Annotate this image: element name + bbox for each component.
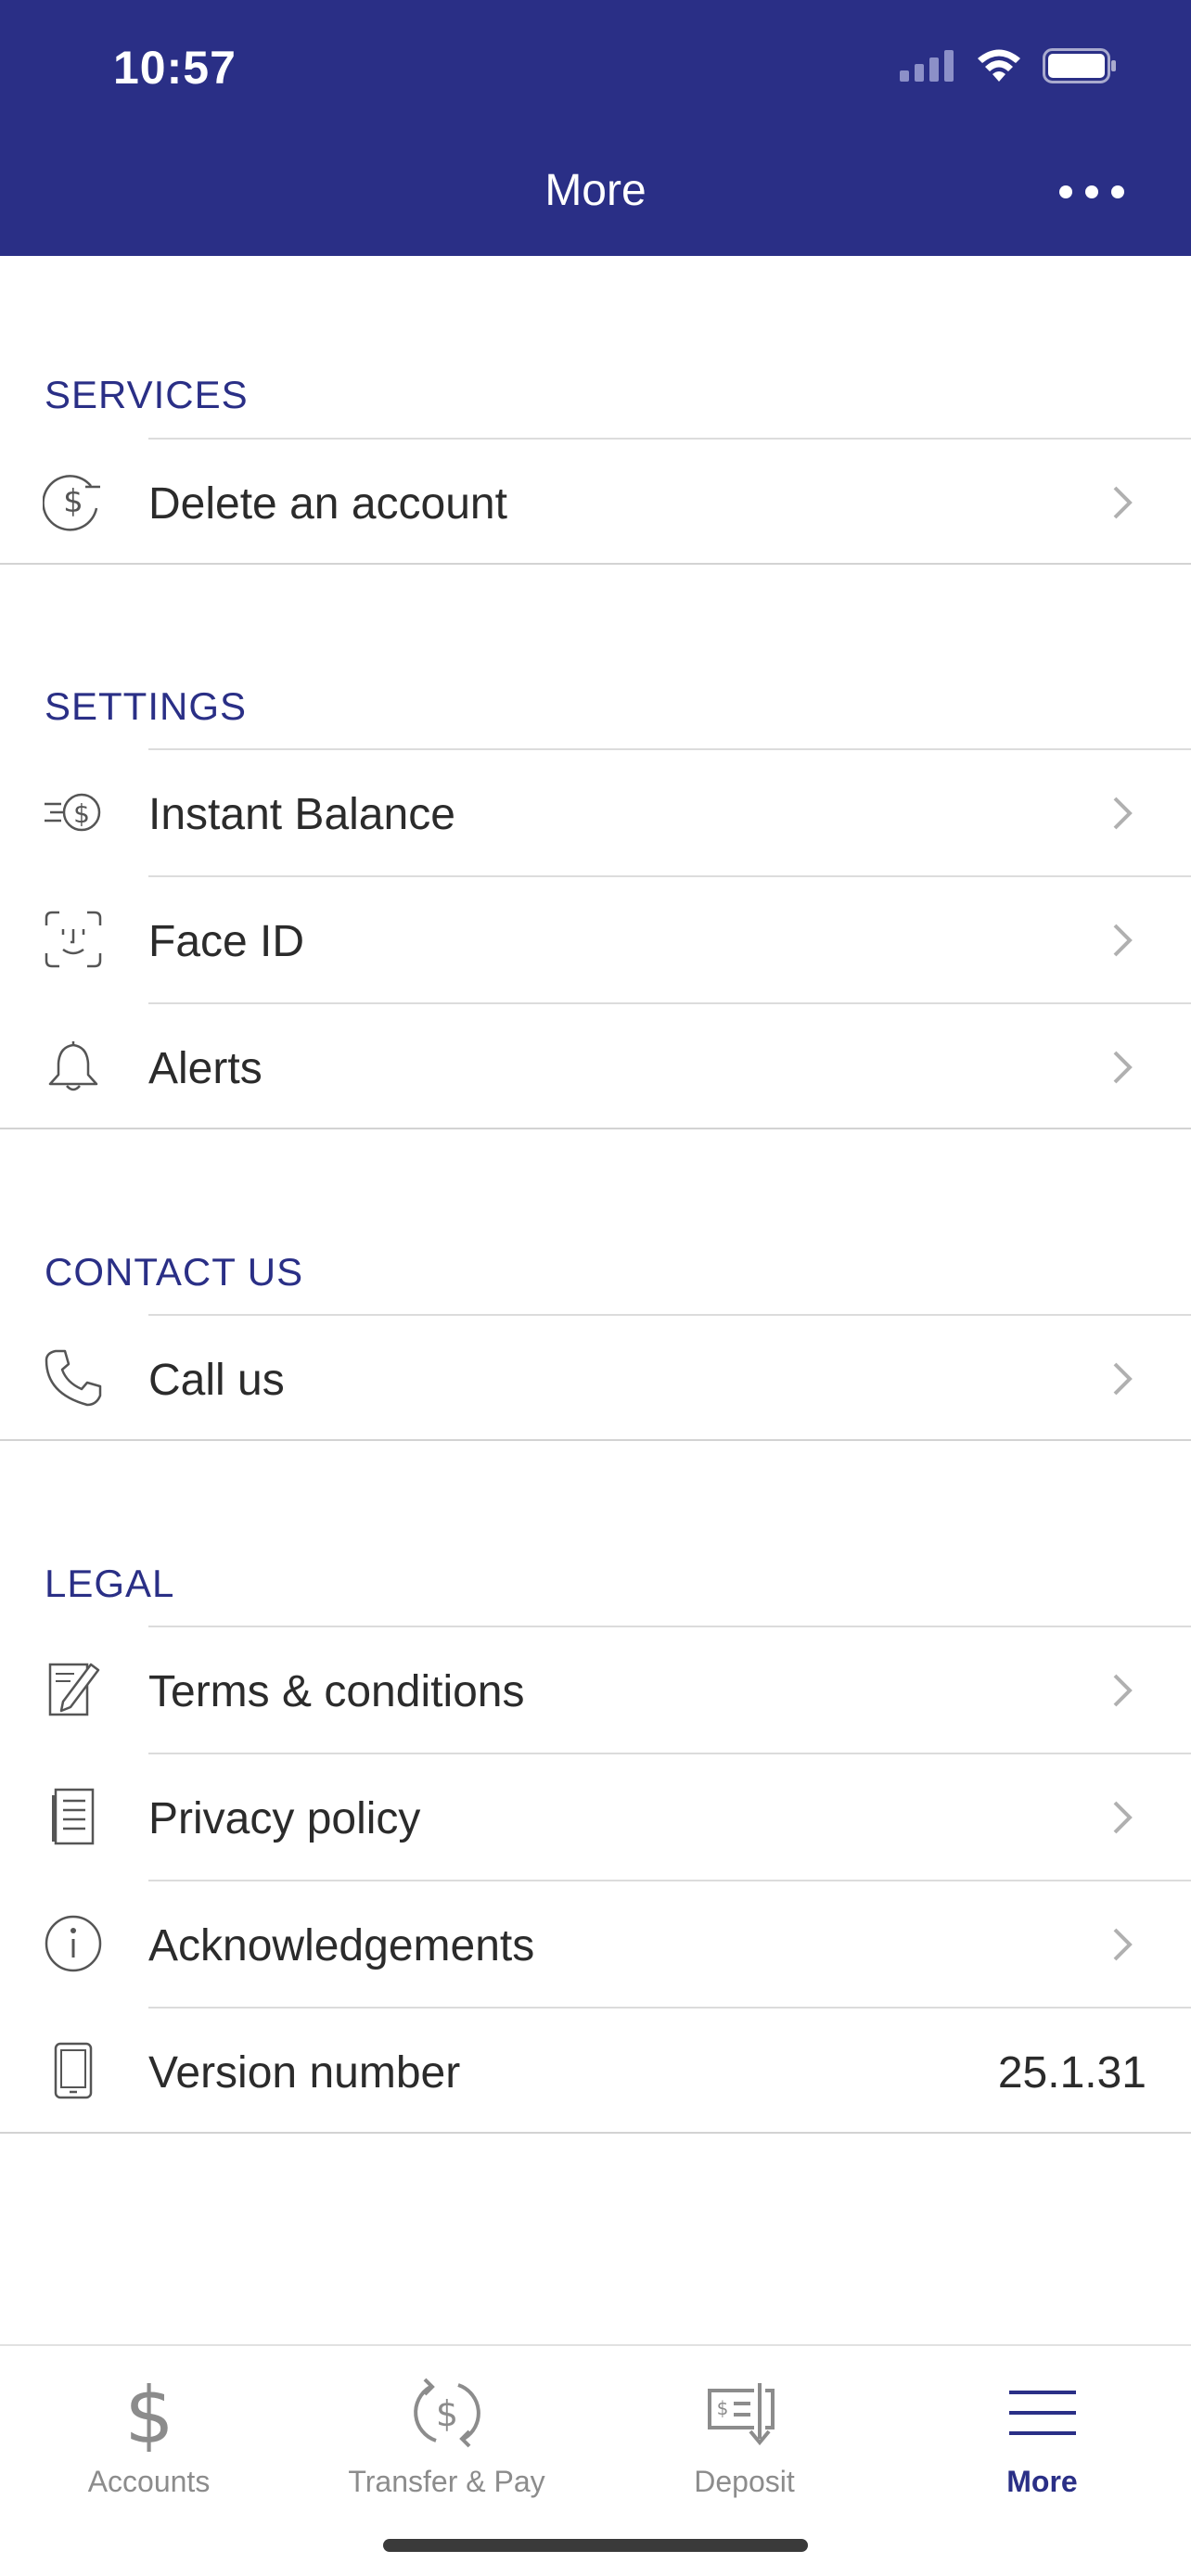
divider <box>148 748 1191 750</box>
app-header: 10:57 More <box>0 0 1191 256</box>
divider <box>148 1002 1191 1004</box>
chevron-right-icon <box>1113 1801 1133 1834</box>
chevron-right-icon <box>1113 1928 1133 1961</box>
document-lines-icon <box>43 1786 104 1847</box>
divider <box>148 438 1191 440</box>
svg-text:$: $ <box>63 483 83 520</box>
list-item-terms[interactable]: Terms & conditions <box>0 1626 1191 1753</box>
chevron-right-icon <box>1113 797 1133 830</box>
svg-text:$: $ <box>124 2374 173 2452</box>
list-item-label: Face ID <box>148 917 305 966</box>
cellular-signal-icon <box>900 50 954 82</box>
phone-device-icon <box>43 2040 104 2101</box>
version-value: 25.1.31 <box>997 2048 1146 2098</box>
tab-transfer-pay[interactable]: $ Transfer & Pay <box>298 2355 596 2498</box>
ellipsis-dot <box>1085 185 1098 198</box>
tab-label: More <box>1006 2465 1078 2498</box>
list-item-label: Privacy policy <box>148 1794 421 1843</box>
chevron-right-icon <box>1113 486 1133 519</box>
tab-label: Deposit <box>694 2465 795 2498</box>
divider <box>0 1439 1191 1441</box>
ellipsis-dot <box>1059 185 1072 198</box>
list-item-call-us[interactable]: Call us <box>0 1314 1191 1441</box>
tab-deposit[interactable]: $ Deposit <box>596 2355 893 2498</box>
divider <box>0 563 1191 565</box>
list-item-label: Version number <box>148 2048 461 2098</box>
list-item-label: Instant Balance <box>148 790 455 839</box>
divider <box>148 875 1191 877</box>
home-indicator <box>383 2539 808 2552</box>
chevron-right-icon <box>1113 1674 1133 1707</box>
list-item-label: Call us <box>148 1356 285 1405</box>
status-time: 10:57 <box>113 42 237 94</box>
list-item-version: Version number 25.1.31 <box>0 2007 1191 2134</box>
page-title: More <box>544 166 647 215</box>
info-icon <box>43 1913 104 1974</box>
chevron-right-icon <box>1113 1051 1133 1084</box>
divider <box>148 1880 1191 1881</box>
list-item-label: Alerts <box>148 1044 263 1093</box>
fast-dollar-icon: $ <box>43 782 104 843</box>
chevron-right-icon <box>1113 924 1133 957</box>
section-title-contact: CONTACT US <box>45 1250 304 1294</box>
bell-icon <box>43 1036 104 1097</box>
list-item-label: Delete an account <box>148 479 507 529</box>
list-item-face-id[interactable]: Face ID <box>0 875 1191 1002</box>
section-title-settings: SETTINGS <box>45 684 248 728</box>
section-title-legal: LEGAL <box>45 1562 175 1605</box>
battery-icon <box>1043 48 1116 83</box>
more-options-button[interactable] <box>1059 169 1124 215</box>
tab-accounts[interactable]: $ Accounts <box>0 2355 298 2498</box>
dollar-icon: $ <box>110 2374 188 2452</box>
ellipsis-dot <box>1111 185 1124 198</box>
chevron-right-icon <box>1113 1362 1133 1396</box>
divider <box>0 2132 1191 2134</box>
tab-label: Accounts <box>87 2465 211 2498</box>
dollar-circle-icon: $ <box>43 471 104 532</box>
list-item-delete-account[interactable]: $ Delete an account <box>0 438 1191 565</box>
section-title-services: SERVICES <box>45 373 249 416</box>
list-item-label: Terms & conditions <box>148 1667 525 1716</box>
tab-more[interactable]: More <box>893 2355 1191 2498</box>
list-item-acknowledgements[interactable]: Acknowledgements <box>0 1880 1191 2007</box>
transfer-icon: $ <box>408 2374 486 2452</box>
divider <box>148 2007 1191 2009</box>
divider <box>0 1128 1191 1129</box>
tab-label: Transfer & Pay <box>348 2465 545 2498</box>
list-item-instant-balance[interactable]: $ Instant Balance <box>0 748 1191 875</box>
document-pen-icon <box>43 1659 104 1720</box>
status-icons <box>900 48 1117 83</box>
divider <box>148 1626 1191 1627</box>
svg-text:$: $ <box>435 2393 457 2434</box>
list-item-alerts[interactable]: Alerts <box>0 1002 1191 1129</box>
svg-text:$: $ <box>73 798 90 829</box>
wifi-icon <box>978 49 1020 82</box>
menu-icon <box>1004 2374 1082 2452</box>
list-item-label: Acknowledgements <box>148 1921 535 1970</box>
phone-icon <box>43 1347 104 1409</box>
check-deposit-icon: $ <box>706 2374 784 2452</box>
divider <box>148 1314 1191 1316</box>
list-item-privacy[interactable]: Privacy policy <box>0 1753 1191 1880</box>
divider <box>148 1753 1191 1754</box>
face-id-icon <box>43 909 104 970</box>
svg-text:$: $ <box>716 2397 728 2419</box>
